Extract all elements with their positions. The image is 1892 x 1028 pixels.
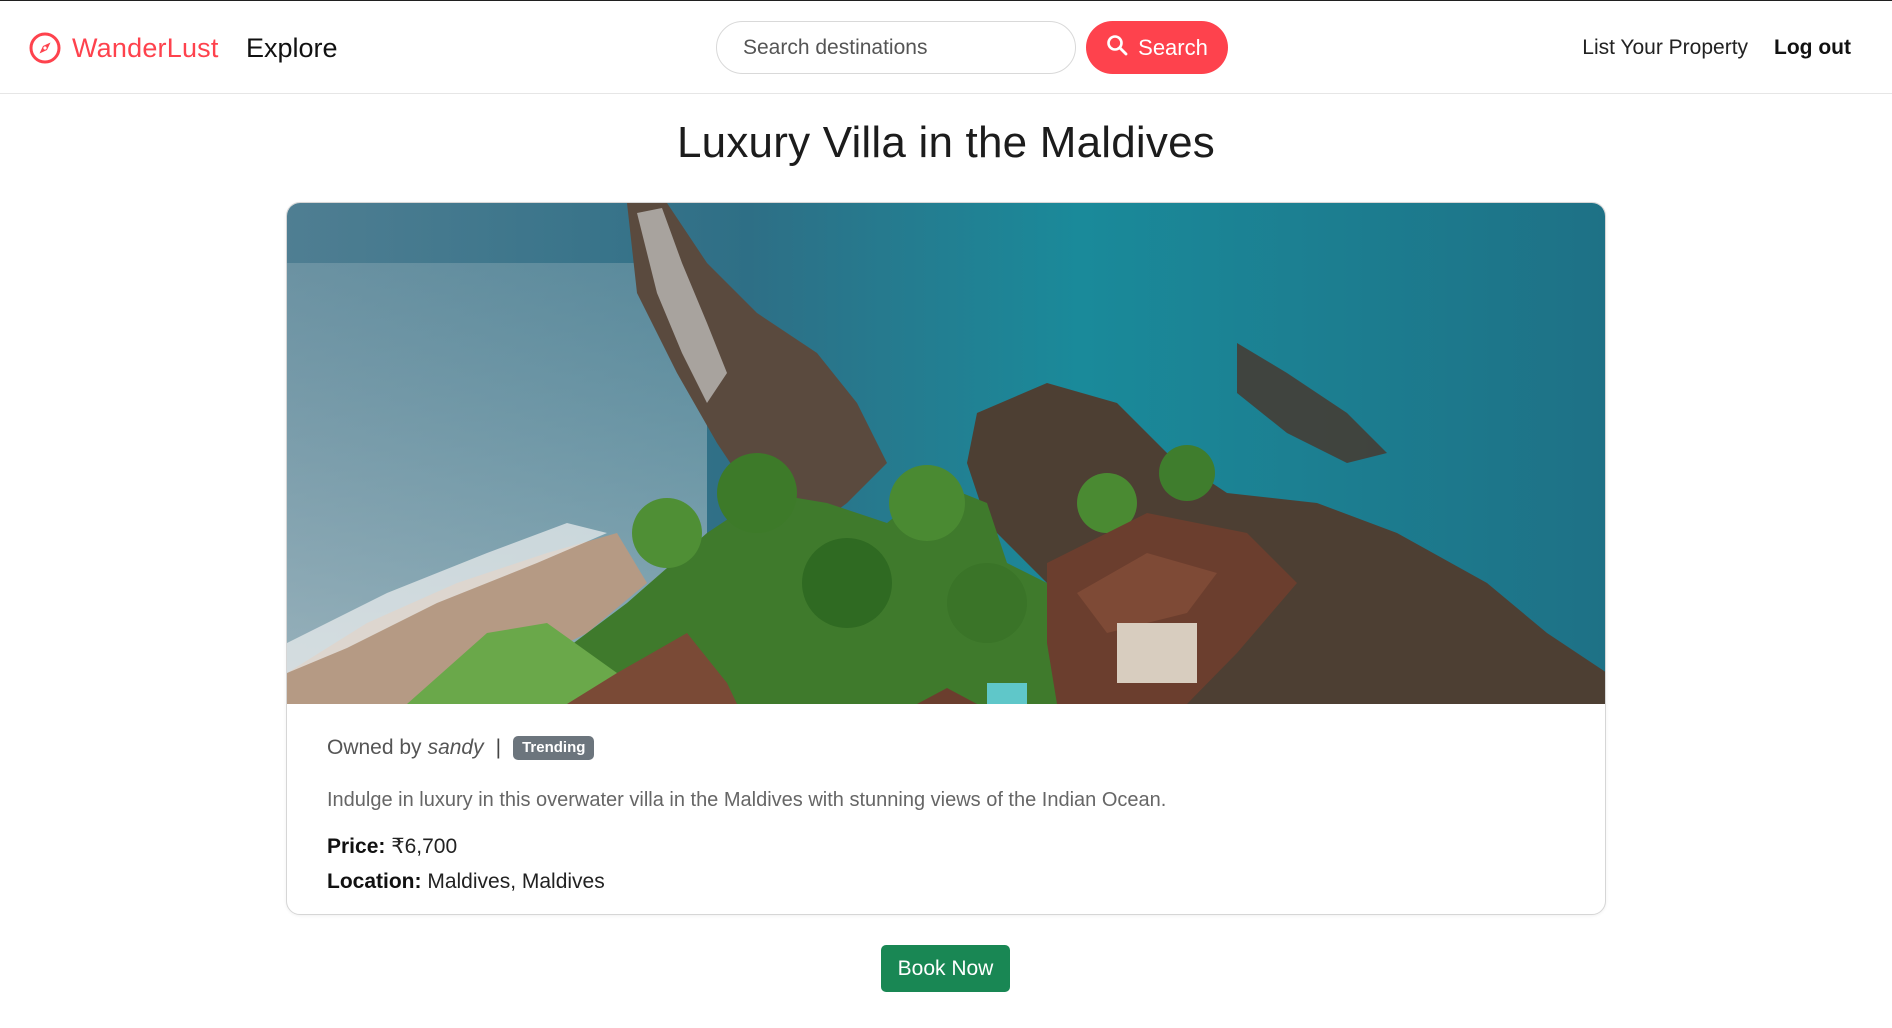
separator: | xyxy=(495,736,502,759)
search-button[interactable]: Search xyxy=(1086,21,1228,74)
search-form: Search xyxy=(716,21,1228,74)
nav-right: List Your Property Log out xyxy=(1582,29,1851,67)
logout-link[interactable]: Log out xyxy=(1774,36,1851,60)
list-property-link[interactable]: List Your Property xyxy=(1582,36,1748,60)
explore-link[interactable]: Explore xyxy=(246,29,338,67)
brand-name: WanderLust xyxy=(72,32,219,63)
price-row: Price: ₹6,700 xyxy=(327,829,1565,864)
book-now-button[interactable]: Book Now xyxy=(881,945,1010,992)
listing-image xyxy=(287,203,1605,704)
search-button-label: Search xyxy=(1138,34,1208,60)
price-label: Price: xyxy=(327,835,386,858)
search-icon xyxy=(1106,34,1128,62)
location-value: Maldives, Maldives xyxy=(427,870,605,893)
listing-card: Owned by sandy | Trending Indulge in lux… xyxy=(286,202,1606,915)
trending-badge: Trending xyxy=(513,736,595,760)
compass-icon xyxy=(28,31,62,65)
price-value: ₹6,700 xyxy=(391,835,458,858)
brand-link[interactable]: WanderLust xyxy=(28,29,219,67)
card-body: Owned by sandy | Trending Indulge in lux… xyxy=(327,733,1565,899)
location-row: Location: Maldives, Maldives xyxy=(327,864,1565,899)
navbar: WanderLust Explore Search List Your Prop… xyxy=(0,1,1892,94)
listing-description: Indulge in luxury in this overwater vill… xyxy=(327,789,1167,811)
search-input[interactable] xyxy=(716,21,1076,74)
owner-name: sandy xyxy=(427,736,484,759)
owner-line: Owned by sandy | Trending xyxy=(327,733,1565,763)
listing-title: Luxury Villa in the Maldives xyxy=(677,118,1215,167)
owned-by-label: Owned by xyxy=(327,736,422,759)
location-label: Location: xyxy=(327,870,422,893)
